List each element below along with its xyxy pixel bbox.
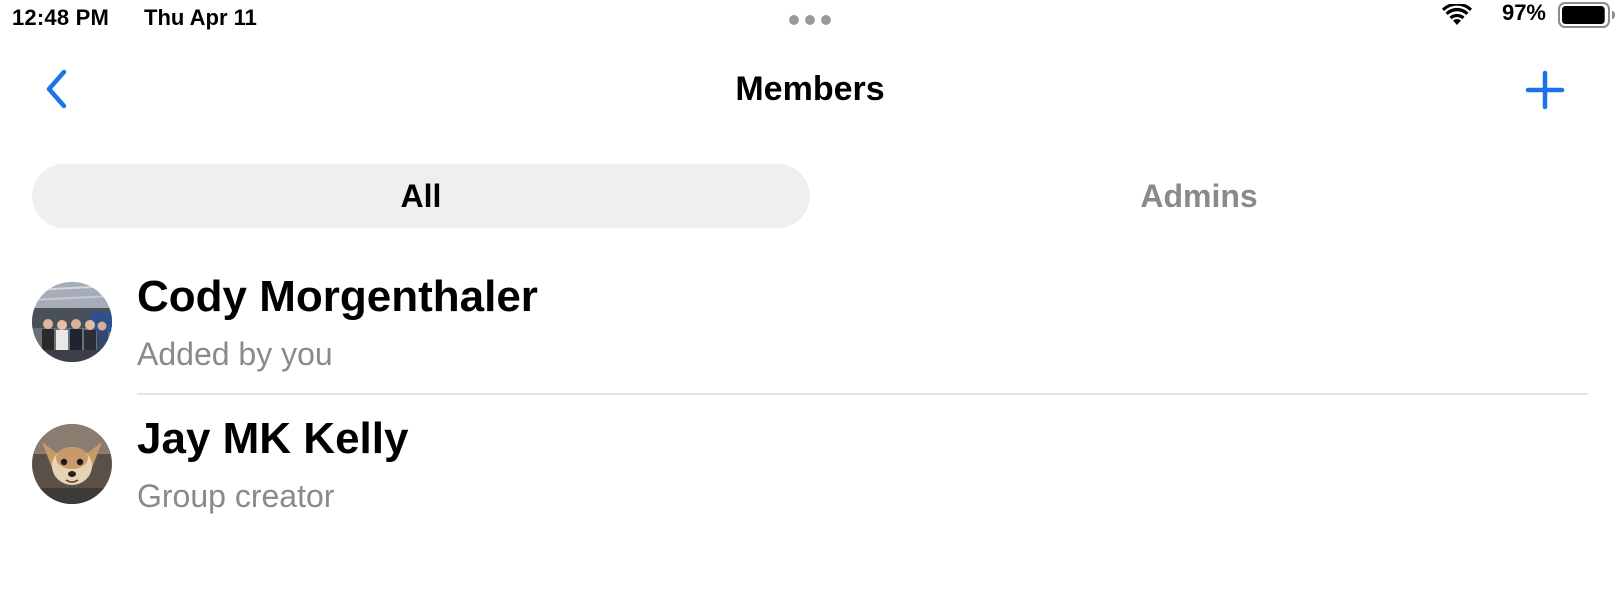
group-photo-avatar xyxy=(32,282,112,362)
member-row[interactable]: Cody Morgenthaler Added by you xyxy=(0,252,1620,395)
avatar[interactable] xyxy=(32,282,112,362)
status-bar: 12:48 PM Thu Apr 11 97% xyxy=(0,0,1620,40)
battery-percentage: 97% xyxy=(1501,0,1546,25)
battery-icon xyxy=(1558,2,1615,28)
wifi-icon xyxy=(1442,4,1472,25)
tab-all-label: All xyxy=(400,177,442,214)
member-name: Jay MK Kelly xyxy=(137,414,409,463)
avatar[interactable] xyxy=(32,424,112,504)
tab-admins-label: Admins xyxy=(1140,177,1258,214)
member-name: Cody Morgenthaler xyxy=(137,272,538,321)
plus-icon xyxy=(1525,70,1565,110)
member-subtitle: Added by you xyxy=(137,336,333,372)
member-subtitle: Group creator xyxy=(137,478,335,514)
tab-all[interactable]: All xyxy=(32,164,810,228)
add-member-button[interactable] xyxy=(1525,70,1565,110)
page-title: Members xyxy=(735,70,885,108)
status-time: 12:48 PM xyxy=(12,5,109,30)
dog-photo-avatar xyxy=(32,424,112,504)
member-row[interactable]: Jay MK Kelly Group creator xyxy=(0,394,1620,536)
status-date: Thu Apr 11 xyxy=(144,5,257,30)
multitask-dots-icon[interactable] xyxy=(788,14,832,26)
tab-admins[interactable]: Admins xyxy=(810,164,1588,228)
